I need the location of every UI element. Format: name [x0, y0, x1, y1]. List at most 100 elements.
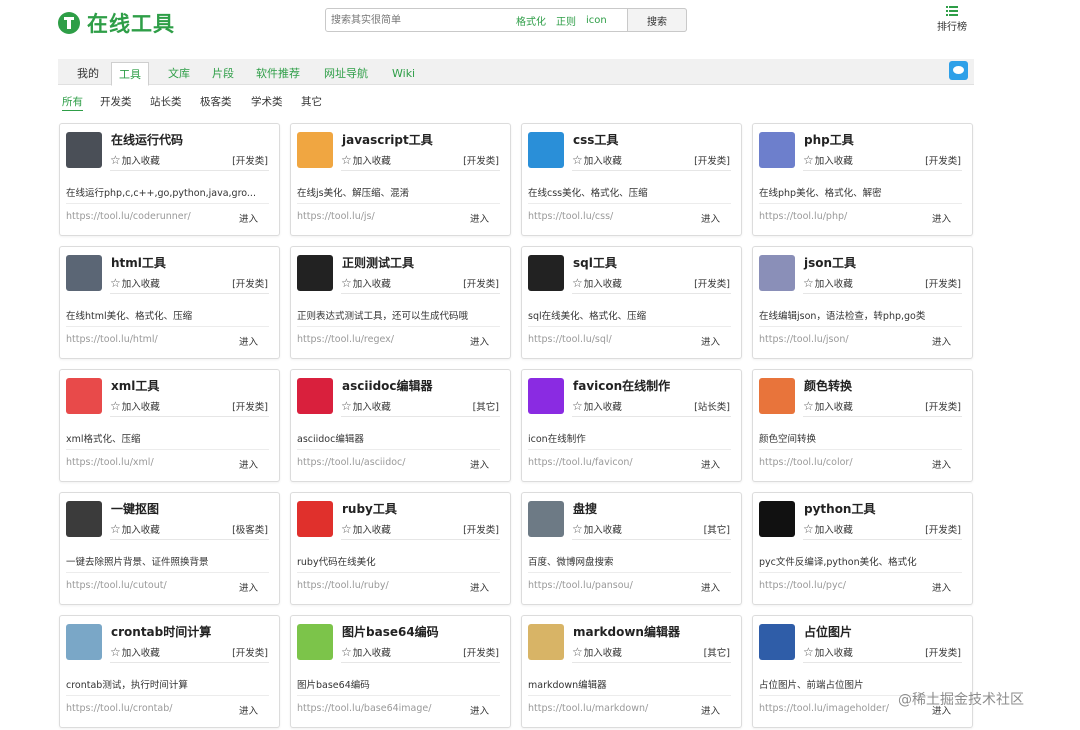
enter-link[interactable]: 进入	[701, 580, 720, 594]
favorite-button[interactable]: ☆ 加入收藏	[110, 399, 160, 413]
tool-card[interactable]: ruby工具 ☆ 加入收藏 [开发类] ruby代码在线美化 https://tool.l…	[290, 492, 511, 605]
favorite-button[interactable]: ☆ 加入收藏	[572, 645, 622, 659]
tool-url[interactable]: https://tool.lu/pansou/	[528, 580, 633, 591]
favorite-button[interactable]: ☆ 加入收藏	[341, 522, 391, 536]
chat-icon[interactable]	[949, 61, 968, 80]
enter-link[interactable]: 进入	[470, 580, 489, 594]
tab-mine[interactable]: 我的	[70, 62, 106, 86]
favorite-button[interactable]: ☆ 加入收藏	[803, 276, 853, 290]
tool-url[interactable]: https://tool.lu/markdown/	[528, 703, 648, 714]
tool-url[interactable]: https://tool.lu/crontab/	[66, 703, 172, 714]
favorite-button[interactable]: ☆ 加入收藏	[803, 522, 853, 536]
enter-link[interactable]: 进入	[701, 457, 720, 471]
favorite-button[interactable]: ☆ 加入收藏	[572, 276, 622, 290]
favorite-button[interactable]: ☆ 加入收藏	[341, 276, 391, 290]
tool-title[interactable]: favicon在线制作	[573, 377, 670, 394]
enter-link[interactable]: 进入	[239, 334, 258, 348]
enter-link[interactable]: 进入	[932, 457, 951, 471]
tab-snippets[interactable]: 片段	[205, 62, 241, 86]
favorite-button[interactable]: ☆ 加入收藏	[341, 399, 391, 413]
tool-url[interactable]: https://tool.lu/pyc/	[759, 580, 846, 591]
tab-software[interactable]: 软件推荐	[249, 62, 307, 86]
category-other[interactable]: 其它	[301, 94, 322, 109]
category-dev[interactable]: 开发类	[100, 94, 132, 109]
tool-url[interactable]: https://tool.lu/css/	[528, 211, 613, 222]
tool-card[interactable]: python工具 ☆ 加入收藏 [开发类] pyc文件反编译,python美化、格式化 h…	[752, 492, 973, 605]
favorite-button[interactable]: ☆ 加入收藏	[572, 399, 622, 413]
enter-link[interactable]: 进入	[932, 580, 951, 594]
tool-title[interactable]: ruby工具	[342, 500, 397, 517]
tool-title[interactable]: javascript工具	[342, 131, 433, 148]
tool-title[interactable]: 在线运行代码	[111, 131, 183, 148]
search-tag-regex[interactable]: 正则	[556, 13, 576, 28]
favorite-button[interactable]: ☆ 加入收藏	[110, 153, 160, 167]
tool-url[interactable]: https://tool.lu/regex/	[297, 334, 394, 345]
enter-link[interactable]: 进入	[701, 334, 720, 348]
tool-title[interactable]: asciidoc编辑器	[342, 377, 433, 394]
enter-link[interactable]: 进入	[932, 211, 951, 225]
favorite-button[interactable]: ☆ 加入收藏	[803, 399, 853, 413]
tool-card[interactable]: crontab时间计算 ☆ 加入收藏 [开发类] crontab测试，执行时间计算 htt…	[59, 615, 280, 728]
tool-url[interactable]: https://tool.lu/base64image/	[297, 703, 431, 714]
favorite-button[interactable]: ☆ 加入收藏	[341, 153, 391, 167]
tool-title[interactable]: 图片base64编码	[342, 623, 439, 640]
tool-url[interactable]: https://tool.lu/xml/	[66, 457, 154, 468]
tool-url[interactable]: https://tool.lu/sql/	[528, 334, 612, 345]
tool-card[interactable]: html工具 ☆ 加入收藏 [开发类] 在线html美化、格式化、压缩 https://t…	[59, 246, 280, 359]
tool-card[interactable]: markdown编辑器 ☆ 加入收藏 [其它] markdown编辑器 https://t…	[521, 615, 742, 728]
category-geek[interactable]: 极客类	[200, 94, 232, 109]
favorite-button[interactable]: ☆ 加入收藏	[110, 522, 160, 536]
tool-title[interactable]: 正则测试工具	[342, 254, 414, 271]
enter-link[interactable]: 进入	[239, 703, 258, 717]
enter-link[interactable]: 进入	[470, 334, 489, 348]
tab-navigation[interactable]: 网址导航	[317, 62, 375, 86]
enter-link[interactable]: 进入	[239, 211, 258, 225]
tool-url[interactable]: https://tool.lu/coderunner/	[66, 211, 191, 222]
favorite-button[interactable]: ☆ 加入收藏	[572, 522, 622, 536]
tool-card[interactable]: json工具 ☆ 加入收藏 [开发类] 在线编辑json，语法检查，转php,go类 ht…	[752, 246, 973, 359]
tool-card[interactable]: 图片base64编码 ☆ 加入收藏 [开发类] 图片base64编码 https://to…	[290, 615, 511, 728]
tool-url[interactable]: https://tool.lu/imageholder/	[759, 703, 889, 714]
enter-link[interactable]: 进入	[470, 211, 489, 225]
search-input[interactable]	[326, 9, 516, 31]
tool-card[interactable]: xml工具 ☆ 加入收藏 [开发类] xml格式化、压缩 https://tool.lu/…	[59, 369, 280, 482]
tool-title[interactable]: 颜色转换	[804, 377, 852, 394]
tool-title[interactable]: crontab时间计算	[111, 623, 211, 640]
tab-tools[interactable]: 工具	[111, 62, 149, 86]
tool-card[interactable]: 正则测试工具 ☆ 加入收藏 [开发类] 正则表达式测试工具，还可以生成代码哦 https:…	[290, 246, 511, 359]
search-tag-icon[interactable]: icon	[586, 15, 607, 26]
category-academic[interactable]: 学术类	[251, 94, 283, 109]
tool-title[interactable]: php工具	[804, 131, 854, 148]
enter-link[interactable]: 进入	[701, 703, 720, 717]
tool-title[interactable]: 占位图片	[804, 623, 852, 640]
favorite-button[interactable]: ☆ 加入收藏	[341, 645, 391, 659]
tool-card[interactable]: php工具 ☆ 加入收藏 [开发类] 在线php美化、格式化、解密 https://too…	[752, 123, 973, 236]
enter-link[interactable]: 进入	[470, 457, 489, 471]
tool-card[interactable]: css工具 ☆ 加入收藏 [开发类] 在线css美化、格式化、压缩 https://too…	[521, 123, 742, 236]
tool-url[interactable]: https://tool.lu/color/	[759, 457, 853, 468]
favorite-button[interactable]: ☆ 加入收藏	[803, 153, 853, 167]
favorite-button[interactable]: ☆ 加入收藏	[572, 153, 622, 167]
tool-url[interactable]: https://tool.lu/php/	[759, 211, 847, 222]
category-all[interactable]: 所有	[62, 94, 83, 111]
tool-title[interactable]: sql工具	[573, 254, 617, 271]
enter-link[interactable]: 进入	[701, 211, 720, 225]
tab-wiki[interactable]: Wiki	[385, 62, 422, 86]
tool-url[interactable]: https://tool.lu/js/	[297, 211, 375, 222]
enter-link[interactable]: 进入	[932, 334, 951, 348]
tool-title[interactable]: 盘搜	[573, 500, 597, 517]
tool-url[interactable]: https://tool.lu/ruby/	[297, 580, 389, 591]
tool-title[interactable]: 一键抠图	[111, 500, 159, 517]
tool-title[interactable]: css工具	[573, 131, 618, 148]
tool-card[interactable]: 一键抠图 ☆ 加入收藏 [极客类] 一键去除照片背景、证件照换背景 https://too…	[59, 492, 280, 605]
enter-link[interactable]: 进入	[239, 580, 258, 594]
tab-library[interactable]: 文库	[161, 62, 197, 86]
tool-url[interactable]: https://tool.lu/html/	[66, 334, 158, 345]
tool-card[interactable]: 颜色转换 ☆ 加入收藏 [开发类] 颜色空间转换 https://tool.lu/colo…	[752, 369, 973, 482]
enter-link[interactable]: 进入	[239, 457, 258, 471]
tool-url[interactable]: https://tool.lu/cutout/	[66, 580, 167, 591]
tool-card[interactable]: favicon在线制作 ☆ 加入收藏 [站长类] icon在线制作 https://too…	[521, 369, 742, 482]
rank-link[interactable]: 排行榜	[934, 6, 970, 33]
tool-title[interactable]: html工具	[111, 254, 166, 271]
tool-title[interactable]: python工具	[804, 500, 875, 517]
